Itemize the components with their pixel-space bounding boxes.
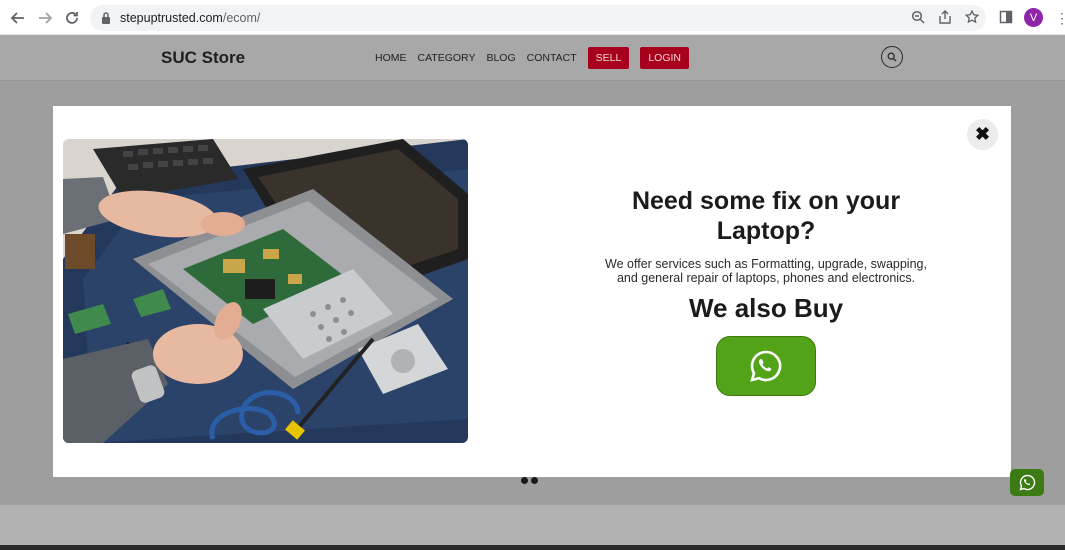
- modal-description: We offer services such as Formatting, up…: [588, 257, 944, 285]
- nav-contact[interactable]: CONTACT: [527, 52, 577, 64]
- reload-icon[interactable]: [62, 8, 82, 28]
- modal-text-block: Need some fix on your Laptop? We offer s…: [588, 186, 944, 324]
- forward-arrow-icon[interactable]: [35, 8, 55, 28]
- page-background-section: [0, 505, 1065, 545]
- close-button[interactable]: ✖: [967, 119, 998, 150]
- nav-category[interactable]: CATEGORY: [418, 52, 476, 64]
- back-arrow-icon[interactable]: [8, 8, 28, 28]
- modal-title: Need some fix on your Laptop?: [631, 187, 901, 245]
- lock-icon: [100, 11, 114, 25]
- sell-button[interactable]: SELL: [587, 47, 630, 69]
- browser-toolbar: stepuptrusted.com/ecom/ V ⋮: [0, 0, 1065, 35]
- side-panel-icon[interactable]: [999, 10, 1015, 26]
- zoom-icon[interactable]: [911, 10, 927, 26]
- site-header: SUC Store HOME CATEGORY BLOG CONTACT SEL…: [0, 35, 1065, 81]
- profile-avatar[interactable]: V: [1024, 8, 1043, 27]
- whatsapp-button[interactable]: [716, 336, 816, 396]
- modal-subtitle: We also Buy: [688, 293, 844, 323]
- carousel-dot[interactable]: [521, 477, 528, 484]
- bookmark-star-icon[interactable]: [964, 9, 981, 26]
- description-line: and general repair of laptops, phones an…: [616, 271, 916, 285]
- carousel-dot[interactable]: [531, 477, 538, 484]
- address-bar[interactable]: stepuptrusted.com/ecom/: [90, 5, 986, 31]
- whatsapp-icon: [1018, 474, 1035, 491]
- nav-home[interactable]: HOME: [375, 52, 407, 64]
- promo-modal: ✖ Need some fix on your Laptop? We offer…: [53, 106, 1011, 477]
- floating-whatsapp-button[interactable]: [1010, 469, 1044, 496]
- whatsapp-icon: [750, 350, 782, 382]
- brand-logo[interactable]: SUC Store: [161, 48, 245, 68]
- url-text: stepuptrusted.com/ecom/: [120, 11, 261, 25]
- main-nav: HOME CATEGORY BLOG CONTACT SELL LOGIN: [375, 47, 700, 69]
- description-line: We offer services such as Formatting, up…: [605, 257, 927, 271]
- carousel-dots[interactable]: [521, 477, 538, 484]
- laptop-repair-photo: [63, 139, 468, 443]
- nav-blog[interactable]: BLOG: [486, 52, 515, 64]
- menu-kebab-icon[interactable]: ⋮: [1055, 8, 1065, 28]
- login-button[interactable]: LOGIN: [640, 47, 689, 69]
- search-icon[interactable]: [881, 46, 903, 68]
- page-bottom-strip: [0, 545, 1065, 550]
- share-icon[interactable]: [938, 10, 954, 26]
